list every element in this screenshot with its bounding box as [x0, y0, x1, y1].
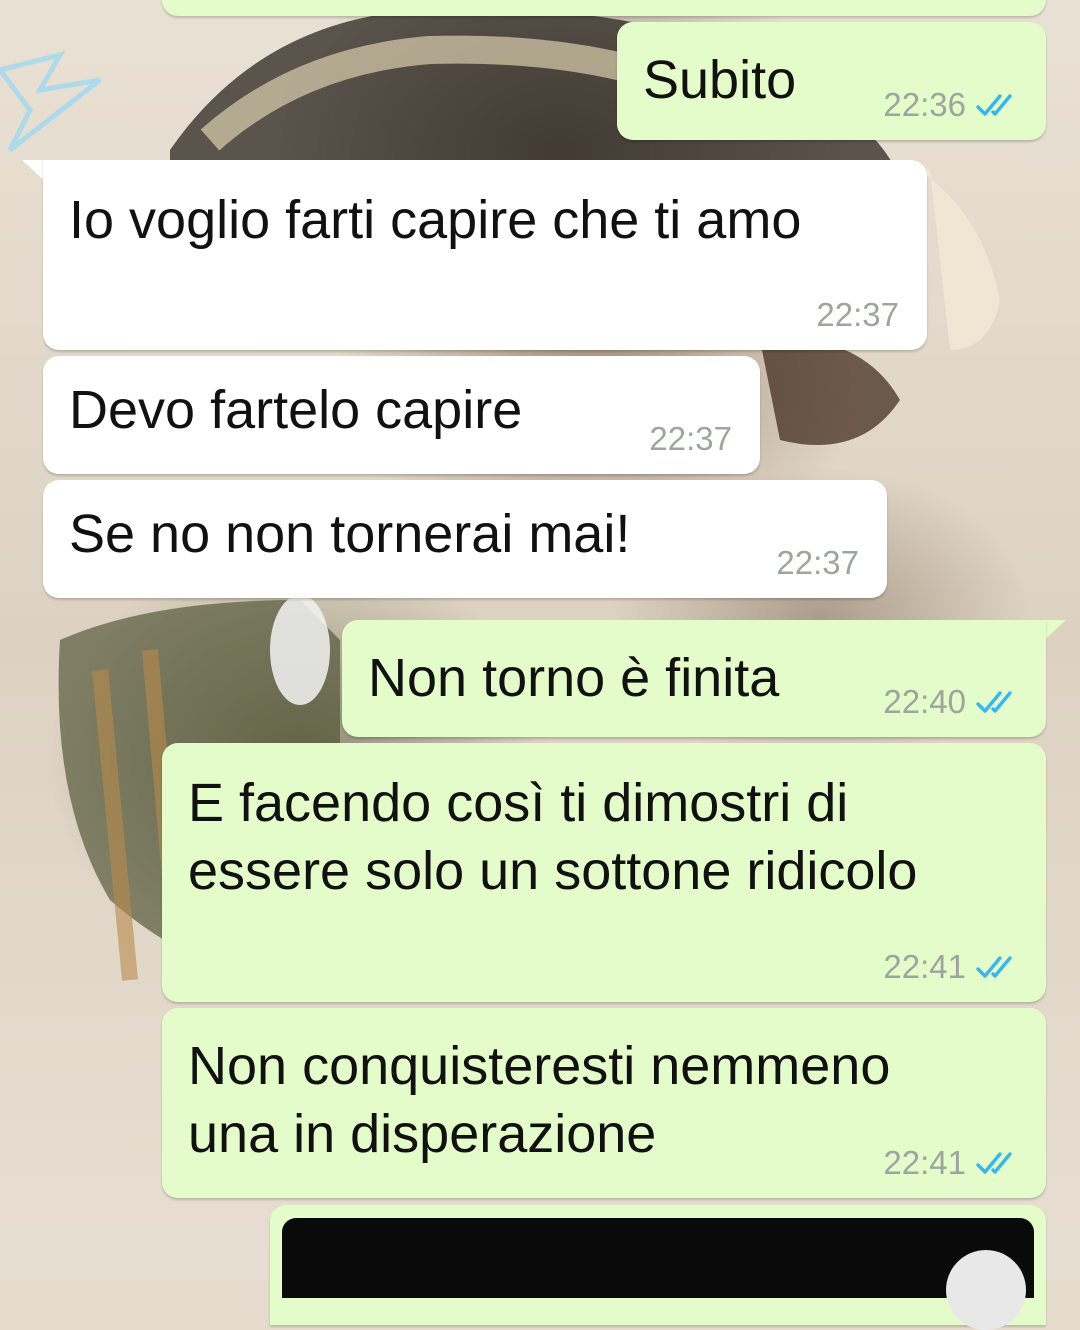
- message-bubble-outgoing[interactable]: E facendo così ti dimostri di essere sol…: [162, 743, 1046, 1002]
- message-text: Devo fartelo capire: [69, 380, 523, 440]
- message-meta: 22:41: [883, 948, 1022, 986]
- double-check-icon: [976, 1152, 1012, 1174]
- double-check-icon: [976, 956, 1012, 978]
- message-time: 22:41: [883, 948, 966, 985]
- message-bubble-outgoing[interactable]: Non conquisteresti nemmeno una in disper…: [162, 1008, 1046, 1198]
- media-thumbnail[interactable]: [282, 1218, 1034, 1298]
- message-meta: 22:37: [776, 544, 859, 582]
- message-time: 22:41: [883, 1144, 966, 1181]
- double-check-icon: [976, 691, 1012, 713]
- message-time: 22:37: [649, 420, 732, 457]
- message-meta: 22:37: [816, 296, 899, 334]
- message-text: Se no non tornerai mai!: [69, 504, 631, 564]
- double-check-icon: [976, 94, 1012, 116]
- message-bubble-incoming[interactable]: Se no non tornerai mai! 22:37: [43, 480, 887, 598]
- message-bubble-outgoing[interactable]: Subito 22:36: [617, 22, 1046, 140]
- message-meta: 22:41: [883, 1144, 1022, 1182]
- message-meta: 22:36: [883, 86, 1022, 124]
- message-meta: 22:37: [649, 420, 732, 458]
- message-bubble-outgoing[interactable]: Non torno è finita 22:40: [342, 620, 1046, 737]
- message-time: 22:36: [883, 86, 966, 123]
- message-time: 22:40: [883, 683, 966, 720]
- message-time: 22:37: [816, 296, 899, 333]
- message-text: E facendo così ti dimostri di essere sol…: [188, 773, 918, 901]
- message-bubble-incoming[interactable]: Io voglio farti capire che ti amo 22:37: [43, 160, 927, 350]
- media-download-button[interactable]: [946, 1250, 1026, 1330]
- message-bubble-outgoing[interactable]: [162, 0, 1046, 16]
- message-bubble-incoming[interactable]: Devo fartelo capire 22:37: [43, 356, 760, 474]
- message-meta: 22:40: [883, 683, 1022, 721]
- message-time: 22:37: [776, 544, 859, 581]
- message-text: Io voglio farti capire che ti amo: [69, 190, 802, 250]
